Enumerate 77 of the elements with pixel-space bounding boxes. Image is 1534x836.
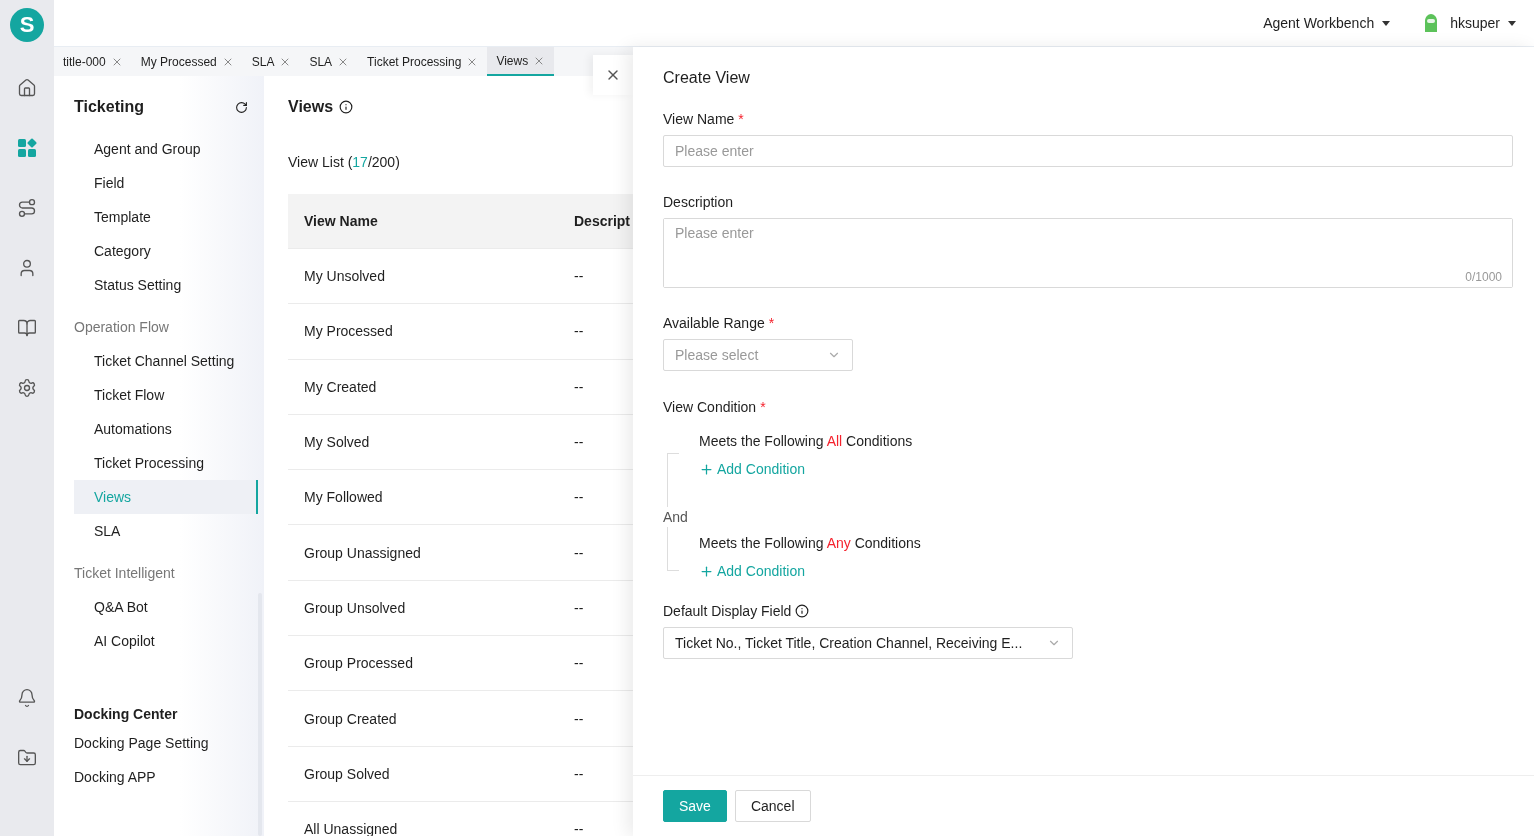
char-counter: 0/1000 <box>1465 270 1502 284</box>
table-cell-text: -- <box>573 599 584 616</box>
plus-icon <box>699 461 714 477</box>
bracket-line <box>667 453 679 507</box>
sidebar-title: Ticketing <box>74 98 144 116</box>
table-cell-text: My Unsolved <box>303 268 385 285</box>
table-cell-text: -- <box>573 655 584 672</box>
sidebar-heading: Ticket Intelligent <box>74 564 176 583</box>
table-cell-text: Group Solved <box>303 765 390 782</box>
table-cell-text: -- <box>573 434 584 451</box>
table-cell-text: -- <box>573 821 584 836</box>
table-cell-text: My Created <box>303 378 377 395</box>
table-cell-text: -- <box>573 378 584 395</box>
sidebar-item[interactable]: Template <box>74 200 258 234</box>
bracket-line <box>667 527 679 571</box>
table-cell-text: -- <box>573 268 584 285</box>
info-icon[interactable] <box>339 100 354 114</box>
field-label: Description <box>663 194 734 210</box>
table-cell-text: Group Processed <box>303 655 413 672</box>
page-tab[interactable]: Views <box>487 47 555 76</box>
page-tab[interactable]: SLA <box>300 47 359 76</box>
required-mark: * <box>760 399 766 415</box>
sidebar-item[interactable]: Category <box>74 234 258 268</box>
sidebar-item[interactable]: Field <box>74 166 258 200</box>
sidebar-heading: Operation Flow <box>74 318 170 337</box>
sidebar-item[interactable]: Ticket Channel Setting <box>74 344 258 378</box>
sidebar-item[interactable]: Q&A Bot <box>74 590 258 624</box>
page-tab[interactable]: My Processed <box>131 47 243 76</box>
table-cell-text: All Unassigned <box>303 821 398 836</box>
page-title: Views <box>288 98 334 116</box>
sidebar-item[interactable]: Agent and Group <box>74 132 258 166</box>
page-tab[interactable]: title-000 <box>54 47 132 76</box>
table-cell-text: My Solved <box>303 434 370 451</box>
column-header: View Name <box>303 213 378 229</box>
sidebar-item[interactable]: SLA <box>74 514 258 548</box>
sidebar-item[interactable]: Docking APP <box>74 760 264 794</box>
view-count: View List (17/200) <box>288 154 401 170</box>
field-label: View Name <box>663 111 735 127</box>
table-cell-text: -- <box>573 544 584 561</box>
sidebar-item[interactable]: Ticket Processing <box>74 446 258 480</box>
condition-sentence: Meets the Following Any Conditions <box>699 535 921 551</box>
cancel-button[interactable]: Cancel <box>734 790 811 822</box>
condition-sentence: Meets the Following All Conditions <box>699 433 913 449</box>
caret-icon <box>1382 20 1391 26</box>
table-cell-text: Group Unsolved <box>303 599 406 616</box>
page-tab[interactable]: Ticket Processing <box>358 47 488 76</box>
required-mark: * <box>738 111 744 127</box>
info-icon[interactable] <box>795 604 810 618</box>
plus-icon <box>699 563 714 579</box>
table-cell-text: Group Unassigned <box>303 544 421 561</box>
joiner-label: And <box>663 508 689 527</box>
field-label: Default Display Field <box>663 603 792 619</box>
sidebar-item[interactable]: Ticket Flow <box>74 378 258 412</box>
sidebar-item[interactable]: AI Copilot <box>74 624 258 658</box>
drawer-title: Create View <box>663 69 751 87</box>
table-cell-text: -- <box>573 323 584 340</box>
sidebar-item[interactable]: Status Setting <box>74 268 258 302</box>
field-label: Available Range <box>663 315 765 331</box>
input-field[interactable]: Please enter <box>663 135 1513 167</box>
required-mark: * <box>768 315 775 331</box>
table-cell-text: My Processed <box>303 323 393 340</box>
column-header: Descript <box>573 213 631 229</box>
caret-icon <box>1508 20 1516 26</box>
table-cell-text: -- <box>573 765 584 782</box>
workbench-menu[interactable]: Agent Workbench <box>1263 15 1391 31</box>
select-field[interactable]: Ticket No., Ticket Title, Creation Channel, Receiving E... <box>663 627 1073 659</box>
table-cell-text: Group Created <box>303 710 397 727</box>
refresh-icon[interactable] <box>235 100 248 114</box>
sidebar-item[interactable]: Docking Page Setting <box>74 726 264 760</box>
table-cell-text: My Followed <box>303 489 383 506</box>
user-menu[interactable]: hksuper <box>1420 12 1516 34</box>
sidebar-heading: Docking Center <box>74 705 179 724</box>
table-cell-text: -- <box>573 710 584 727</box>
table-cell-text: -- <box>573 489 584 506</box>
field-label: View Condition <box>663 399 757 415</box>
sidebar-item[interactable]: Automations <box>74 412 258 446</box>
page-tab[interactable]: SLA <box>242 47 301 76</box>
